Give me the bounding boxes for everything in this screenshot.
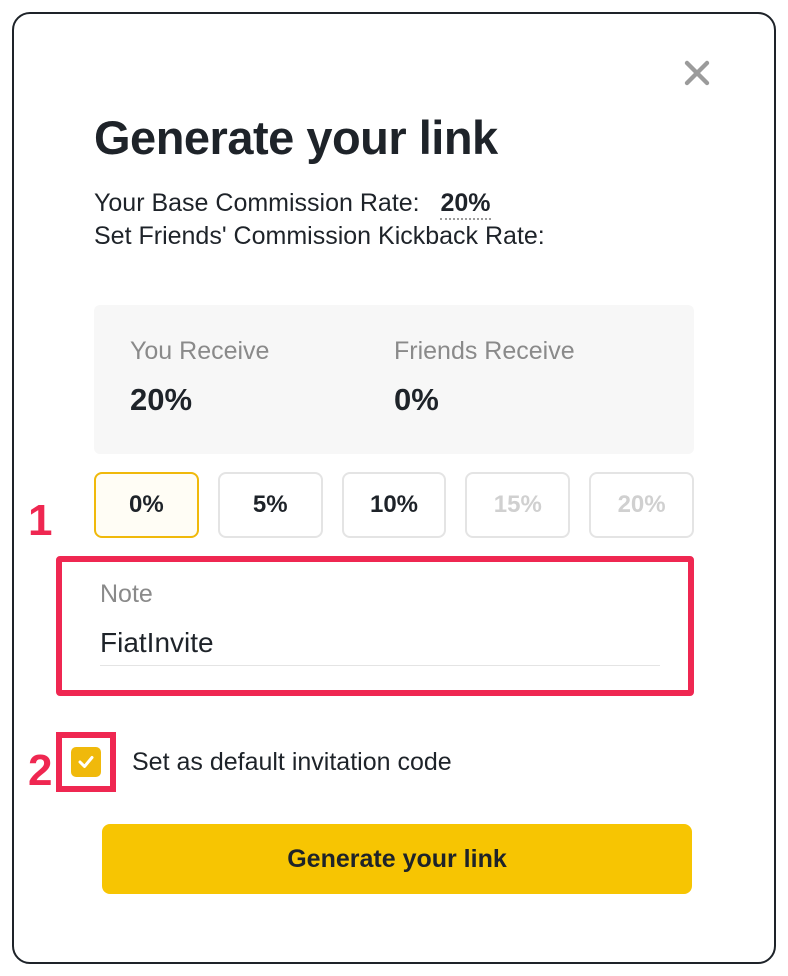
generate-link-button[interactable]: Generate your link [102, 824, 692, 894]
kickback-option-5[interactable]: 5% [218, 472, 323, 538]
default-checkbox[interactable] [71, 747, 101, 777]
default-checkbox-label: Set as default invitation code [132, 748, 452, 777]
note-input[interactable] [100, 627, 660, 659]
default-code-row: Set as default invitation code [56, 732, 694, 792]
friends-receive-value: 0% [394, 382, 658, 418]
kickback-option-0[interactable]: 0% [94, 472, 199, 538]
you-receive-label: You Receive [130, 337, 394, 366]
close-button[interactable] [680, 56, 714, 90]
note-input-wrap [100, 627, 660, 666]
friends-receive-label: Friends Receive [394, 337, 658, 366]
base-rate-value: 20% [440, 189, 490, 220]
page-title: Generate your link [94, 110, 694, 165]
you-receive-col: You Receive 20% [130, 337, 394, 418]
check-icon [77, 753, 95, 771]
friends-receive-col: Friends Receive 0% [394, 337, 658, 418]
kickback-option-10[interactable]: 10% [342, 472, 447, 538]
note-block: Note [56, 556, 694, 696]
kickback-label: Set Friends' Commission Kickback Rate: [94, 222, 694, 251]
kickback-option-20[interactable]: 20% [589, 472, 694, 538]
note-label: Note [100, 580, 670, 609]
base-rate-line: Your Base Commission Rate: 20% [94, 189, 694, 218]
receive-summary-box: You Receive 20% Friends Receive 0% [94, 305, 694, 454]
modal-content: Generate your link Your Base Commission … [14, 14, 774, 934]
kickback-option-15[interactable]: 15% [465, 472, 570, 538]
generate-link-modal: Generate your link Your Base Commission … [12, 12, 776, 964]
close-icon [682, 58, 712, 88]
you-receive-value: 20% [130, 382, 394, 418]
base-rate-label: Your Base Commission Rate: [94, 189, 420, 217]
kickback-options-row: 0% 5% 10% 15% 20% [94, 472, 694, 538]
default-checkbox-annotation-frame [56, 732, 116, 792]
